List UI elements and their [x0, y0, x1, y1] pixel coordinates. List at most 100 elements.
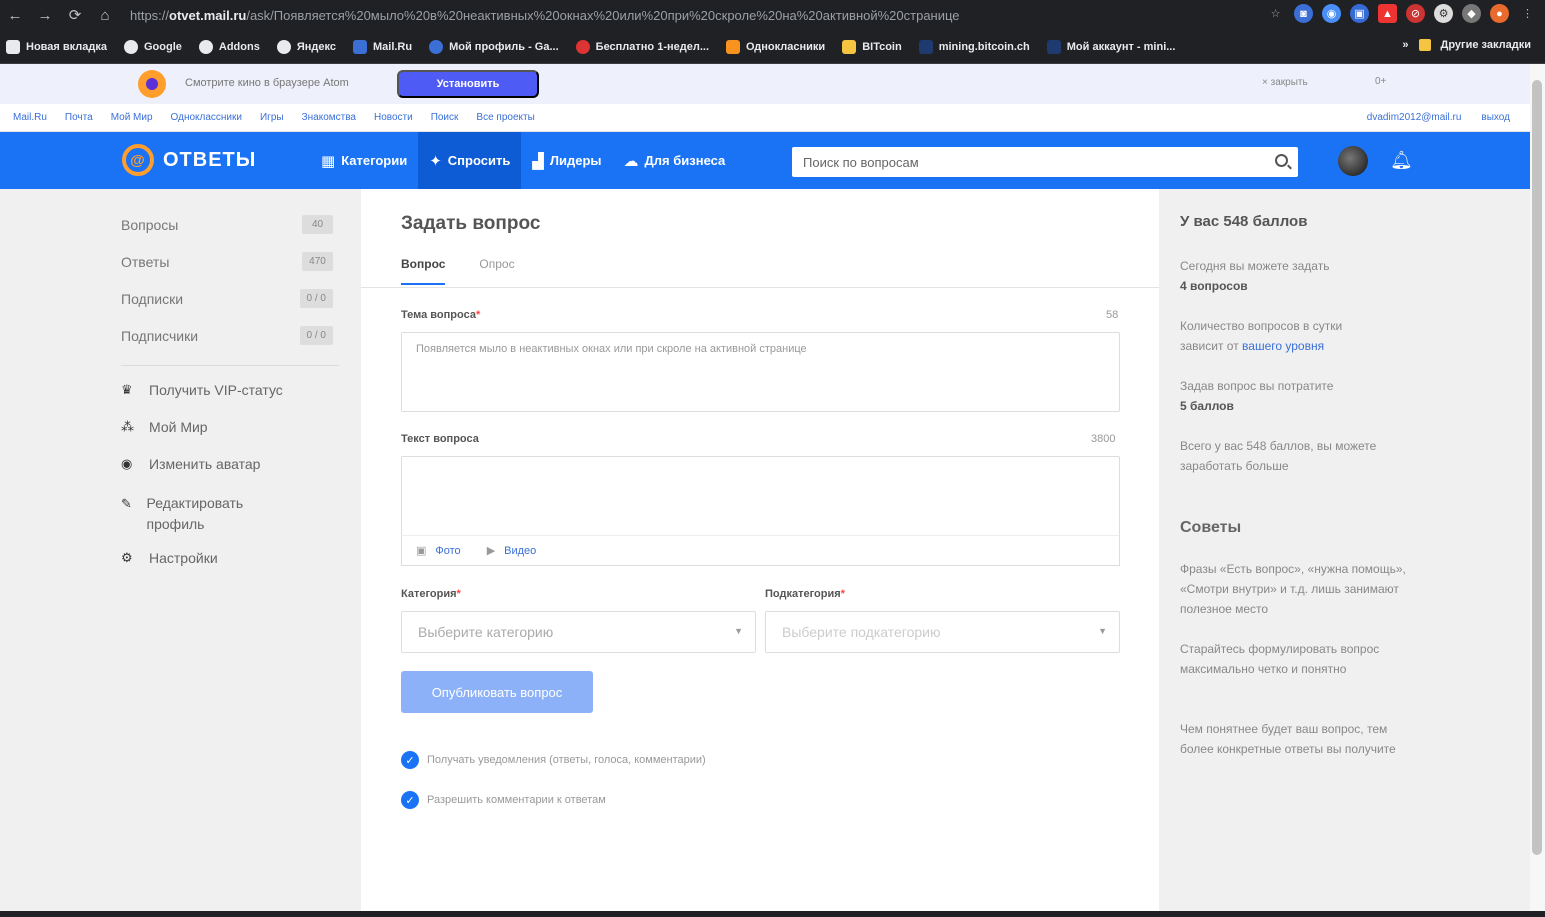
gift-icon — [575, 39, 590, 54]
search-input[interactable] — [803, 154, 1253, 170]
age-rating: 0+ — [1375, 76, 1387, 87]
publish-button[interactable]: Опубликовать вопрос — [401, 671, 593, 713]
bookmark-item[interactable]: Мой аккаунт - mini... — [1046, 39, 1175, 54]
bell-icon[interactable]: 🔔︎ — [1390, 150, 1413, 171]
ok-icon — [726, 39, 741, 54]
video-icon: ▶ — [486, 545, 496, 557]
bookmark-item[interactable]: Яндекс — [276, 39, 336, 54]
bookmark-item[interactable]: Google — [124, 39, 182, 54]
subcategory-select[interactable]: Выберите подкатегорию ▼ — [765, 611, 1120, 653]
info-total: Всего у вас 548 баллов, вы можете зарабо… — [1180, 439, 1377, 473]
people-icon: ⁂ — [121, 419, 134, 434]
notify-checkbox[interactable]: ✓ Получать уведомления (ответы, голоса, к… — [401, 751, 706, 769]
sidebar-settings-link[interactable]: ⚙ Настройки — [121, 550, 218, 566]
extension-shield-icon[interactable]: ◆ — [1462, 4, 1481, 23]
site-logo[interactable]: @ ОТВЕТЫ — [122, 144, 256, 176]
sidebar-edit-profile-link[interactable]: ✎ Редактировать профиль — [121, 493, 291, 535]
portal-link[interactable]: Новости — [374, 112, 413, 123]
photo-icon: ▣ — [416, 545, 427, 557]
nav-leaders[interactable]: ▟ Лидеры — [521, 132, 612, 189]
nav-categories[interactable]: ▦ Категории — [310, 132, 418, 189]
logout-link[interactable]: выход — [1481, 112, 1510, 123]
other-bookmarks[interactable]: Другие закладки — [1441, 39, 1531, 51]
portal-link[interactable]: Все проекты — [476, 112, 534, 123]
sidebar-avatar-link[interactable]: ◉ Изменить аватар — [121, 456, 260, 472]
portal-link[interactable]: Одноклассники — [171, 112, 242, 123]
portal-link[interactable]: Игры — [260, 112, 284, 123]
profile-icon[interactable]: ● — [1490, 4, 1509, 23]
bookmark-item[interactable]: mining.bitcoin.ch — [918, 39, 1030, 54]
nav-ask[interactable]: ✦ Спросить — [418, 132, 522, 189]
attach-video-button[interactable]: ▶ Видео — [487, 544, 537, 557]
promo-text: Смотрите кино в браузере Atom — [185, 77, 349, 89]
stat-subscribers[interactable]: Подписчики 0 / 0 — [121, 326, 333, 345]
user-email[interactable]: dvadim2012@mail.ru — [1367, 112, 1462, 123]
attach-photo-button[interactable]: ▣ Фото — [416, 544, 461, 557]
at-logo-icon: @ — [122, 144, 154, 176]
bookmark-item[interactable]: Бесплатно 1-недел... — [575, 39, 709, 54]
bookmark-item[interactable]: BITcoin — [842, 39, 902, 54]
site-header: @ ОТВЕТЫ ▦ Категории ✦ Спросить ▟ Лидеры ☁ Д… — [0, 132, 1530, 189]
bookmark-item[interactable]: Новая вкладка — [6, 39, 107, 54]
stat-questions[interactable]: Вопросы 40 — [121, 215, 333, 234]
extension-camera-icon[interactable]: ◙ — [1294, 4, 1313, 23]
check-icon: ✓ — [401, 791, 419, 809]
left-sidebar: Вопросы 40 Ответы 470 Подписки 0 / 0 Подпис… — [0, 189, 361, 911]
page-scrollbar[interactable] — [1530, 64, 1545, 911]
bookmarks-overflow: » Другие закладки — [1402, 39, 1531, 51]
scrollbar-thumb[interactable] — [1532, 80, 1542, 855]
portal-user: dvadim2012@mail.ru выход — [1367, 112, 1510, 123]
portal-link[interactable]: Mail.Ru — [13, 112, 47, 123]
extension-translate-icon[interactable]: ▣ — [1350, 4, 1369, 23]
home-icon[interactable]: ⌂ — [90, 0, 120, 30]
star-icon[interactable]: ☆ — [1266, 4, 1285, 23]
more-bookmarks-button[interactable]: » — [1402, 39, 1408, 51]
bookmark-item[interactable]: Addons — [198, 39, 260, 54]
chevron-down-icon: ▼ — [734, 626, 743, 636]
attach-bar: ▣ Фото ▶ Видео — [401, 535, 1120, 566]
reload-icon[interactable]: ⟳ — [60, 0, 90, 30]
install-button[interactable]: Установить — [397, 70, 539, 98]
extension-gear-icon[interactable]: ⚙ — [1434, 4, 1453, 23]
promo-close-button[interactable]: × закрыть — [1262, 77, 1308, 88]
extension-globe-icon[interactable]: ◉ — [1322, 4, 1341, 23]
extension-flag-icon[interactable]: ▲ — [1378, 4, 1397, 23]
back-icon[interactable]: ← — [0, 0, 30, 30]
bookmark-item[interactable]: Mail.Ru — [352, 39, 412, 54]
category-select[interactable]: Выберите категорию ▼ — [401, 611, 756, 653]
text-label: Текст вопроса — [401, 433, 479, 445]
logo-text: ОТВЕТЫ — [163, 148, 257, 171]
nav-business[interactable]: ☁ Для бизнеса — [613, 132, 737, 189]
extension-block-icon[interactable]: ⊘ — [1406, 4, 1425, 23]
portal-link[interactable]: Мой Мир — [111, 112, 153, 123]
globe-icon — [124, 39, 138, 54]
sidebar-myworld-link[interactable]: ⁂ Мой Мир — [121, 419, 208, 435]
bookmark-item[interactable]: Мой профиль - Ga... — [429, 39, 559, 54]
subject-field[interactable]: Появляется мыло в неактивных окнах или п… — [401, 332, 1120, 412]
question-text-field[interactable] — [401, 456, 1120, 536]
comments-checkbox[interactable]: ✓ Разрешить комментарии к ответам — [401, 791, 606, 809]
info-cost: Задав вопрос вы потратите 5 баллов — [1180, 379, 1334, 413]
stat-answers[interactable]: Ответы 470 — [121, 252, 333, 271]
portal-link[interactable]: Поиск — [431, 112, 459, 123]
portal-link[interactable]: Почта — [65, 112, 93, 123]
bookmark-item[interactable]: Однокласники — [726, 39, 825, 54]
right-sidebar: У вас 548 баллов Сегодня вы можете задат… — [1159, 189, 1530, 911]
address-bar[interactable]: https://otvet.mail.ru/ask/Появляется%20м… — [130, 8, 1170, 23]
tab-question[interactable]: Вопрос — [401, 257, 446, 285]
level-link[interactable]: вашего уровня — [1242, 339, 1324, 353]
category-label: Категория* — [401, 588, 461, 600]
forward-icon[interactable]: → — [30, 0, 60, 30]
avatar[interactable] — [1338, 146, 1368, 176]
tab-poll[interactable]: Опрос — [479, 257, 514, 285]
search-icon[interactable] — [1275, 154, 1288, 167]
pencil-icon: ✎ — [121, 496, 132, 511]
sparkle-icon: ✦ — [429, 152, 442, 170]
menu-icon[interactable]: ⋮ — [1518, 4, 1537, 23]
stat-subscriptions[interactable]: Подписки 0 / 0 — [121, 289, 333, 308]
sidebar-vip-link[interactable]: ♛ Получить VIP-статус — [121, 382, 283, 398]
bottom-bar — [0, 911, 1545, 917]
crown-icon: ♛ — [121, 382, 133, 397]
points-title: У вас 548 баллов — [1180, 213, 1308, 230]
portal-link[interactable]: Знакомства — [302, 112, 356, 123]
